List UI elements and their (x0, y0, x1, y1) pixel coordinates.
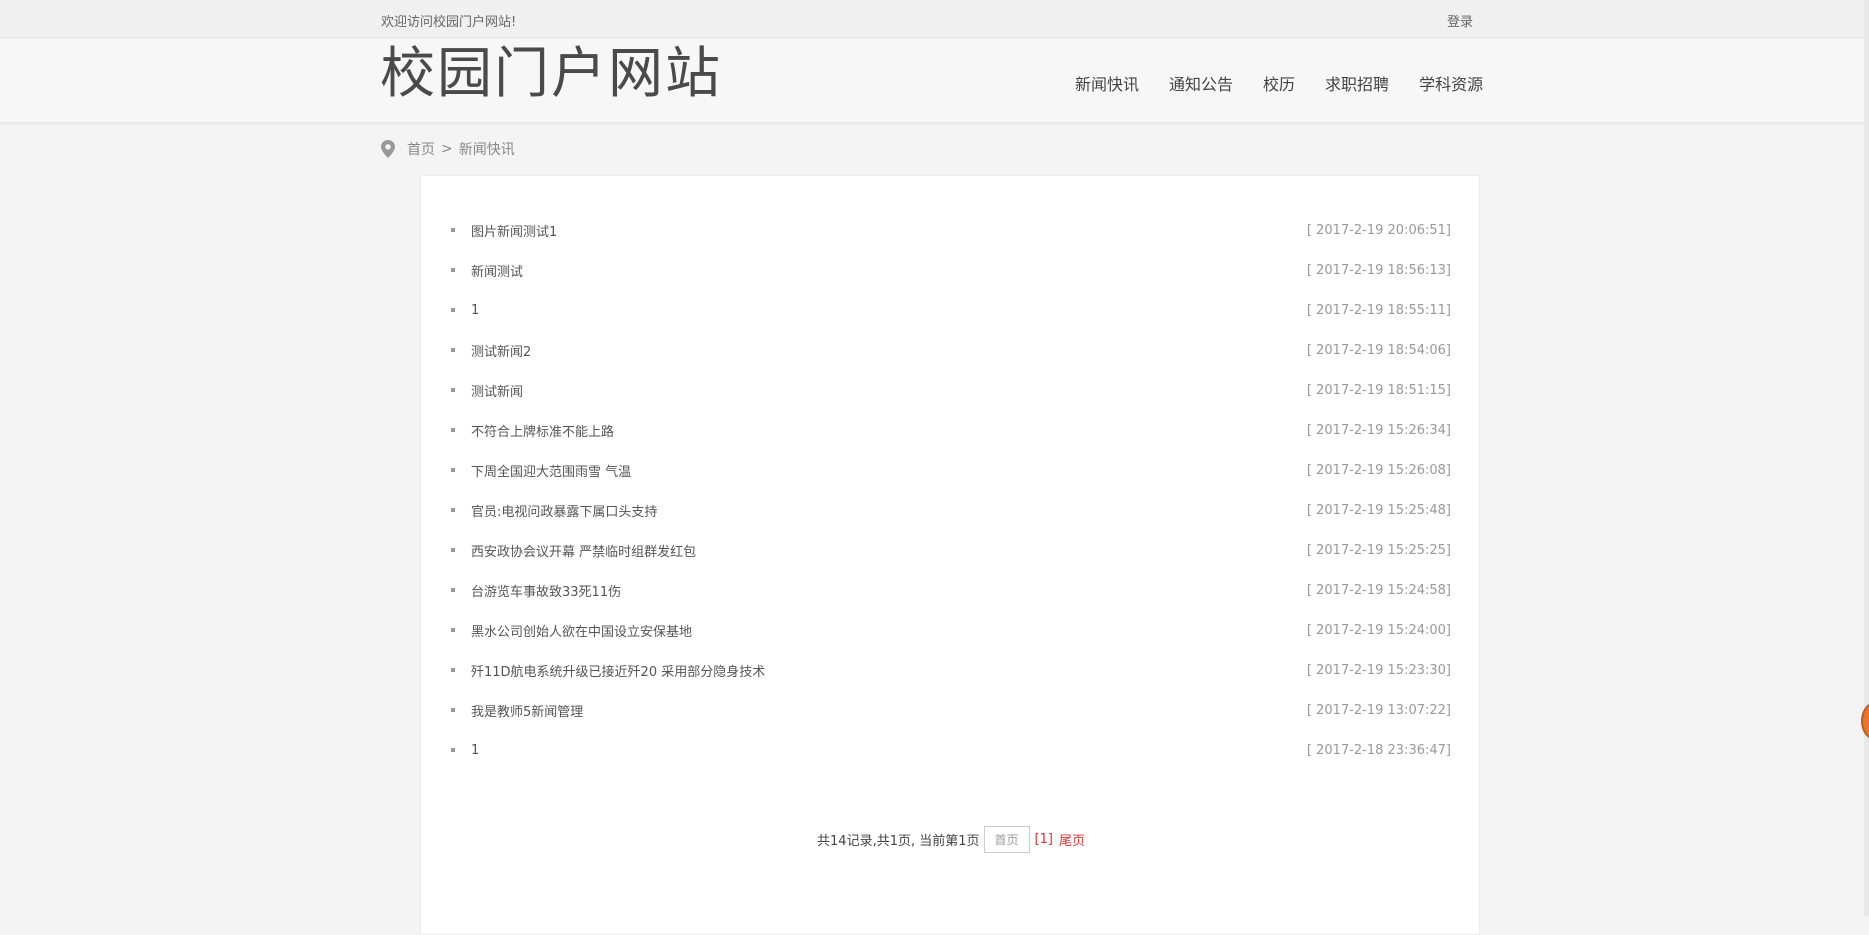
news-panel: 图片新闻测试1 [ 2017-2-19 20:06:51] 新闻测试 [ 2017-… (420, 175, 1480, 935)
news-date: [ 2017-2-19 15:26:34] (1306, 422, 1451, 438)
first-page-button[interactable]: 首页 (983, 826, 1030, 853)
bullet-icon (451, 428, 455, 432)
news-title[interactable]: 官员:电视问政暴露下属口头支持 (471, 501, 657, 520)
news-title[interactable]: 测试新闻2 (471, 341, 531, 360)
bullet-icon (451, 268, 455, 272)
news-item: 西安政协会议开幕 严禁临时组群发红包 [ 2017-2-19 15:25:25] (451, 530, 1451, 570)
page-scrollbar[interactable] (1864, 0, 1869, 916)
news-item: 图片新闻测试1 [ 2017-2-19 20:06:51] (451, 210, 1451, 250)
bullet-icon (451, 548, 455, 552)
news-date: [ 2017-2-19 15:25:25] (1306, 542, 1451, 558)
breadcrumb-home[interactable]: 首页 (407, 139, 435, 159)
pagination: 共14记录,共1页, 当前第1页 首页 [1] 尾页 (421, 826, 1481, 853)
nav-jobs[interactable]: 求职招聘 (1325, 71, 1389, 95)
news-title[interactable]: 测试新闻 (471, 381, 523, 400)
news-item: 官员:电视问政暴露下属口头支持 [ 2017-2-19 15:25:48] (451, 490, 1451, 530)
news-title[interactable]: 1 (471, 303, 479, 318)
top-bar: 欢迎访问校园门户网站! 登录 (0, 0, 1864, 38)
news-title[interactable]: 新闻测试 (471, 261, 523, 280)
site-header: 校园门户网站 新闻快讯 通知公告 校历 求职招聘 学科资源 (0, 39, 1864, 123)
nav-resources[interactable]: 学科资源 (1419, 71, 1483, 95)
news-date: [ 2017-2-19 15:24:58] (1306, 582, 1451, 598)
news-item: 台游览车事故致33死11伤 [ 2017-2-19 15:24:58] (451, 570, 1451, 610)
news-item: 1 [ 2017-2-18 23:36:47] (451, 730, 1451, 770)
main-nav: 新闻快讯 通知公告 校历 求职招聘 学科资源 (1075, 71, 1483, 95)
news-title[interactable]: 图片新闻测试1 (471, 221, 557, 240)
bullet-icon (451, 628, 455, 632)
map-pin-icon (381, 140, 395, 158)
news-item: 测试新闻2 [ 2017-2-19 18:54:06] (451, 330, 1451, 370)
news-date: [ 2017-2-19 15:26:08] (1306, 462, 1451, 478)
news-title[interactable]: 歼11D航电系统升级已接近歼20 采用部分隐身技术 (471, 661, 765, 680)
news-date: [ 2017-2-19 18:56:13] (1306, 262, 1451, 278)
news-title[interactable]: 黑水公司创始人欲在中国设立安保基地 (471, 621, 692, 640)
news-item: 新闻测试 [ 2017-2-19 18:56:13] (451, 250, 1451, 290)
bullet-icon (451, 228, 455, 232)
news-date: [ 2017-2-19 15:23:30] (1306, 662, 1451, 678)
bullet-icon (451, 468, 455, 472)
login-link[interactable]: 登录 (1447, 11, 1473, 30)
news-item: 下周全国迎大范围雨雪 气温 [ 2017-2-19 15:26:08] (451, 450, 1451, 490)
news-title[interactable]: 西安政协会议开幕 严禁临时组群发红包 (471, 541, 696, 560)
breadcrumb-separator: > (441, 141, 453, 157)
bullet-icon (451, 588, 455, 592)
news-list: 图片新闻测试1 [ 2017-2-19 20:06:51] 新闻测试 [ 2017-… (451, 210, 1451, 770)
news-date: [ 2017-2-18 23:36:47] (1306, 742, 1451, 758)
news-date: [ 2017-2-19 18:51:15] (1306, 382, 1451, 398)
current-page[interactable]: [1] (1035, 832, 1053, 847)
news-item: 1 [ 2017-2-19 18:55:11] (451, 290, 1451, 330)
news-item: 我是教师5新闻管理 [ 2017-2-19 13:07:22] (451, 690, 1451, 730)
news-item: 测试新闻 [ 2017-2-19 18:51:15] (451, 370, 1451, 410)
news-date: [ 2017-2-19 18:54:06] (1306, 342, 1451, 358)
breadcrumb-current: 新闻快讯 (458, 142, 515, 158)
site-logo[interactable]: 校园门户网站 (380, 39, 722, 108)
last-page-link[interactable]: 尾页 (1059, 830, 1085, 849)
bullet-icon (451, 748, 455, 752)
news-date: [ 2017-2-19 13:07:22] (1306, 702, 1451, 718)
bullet-icon (451, 668, 455, 672)
news-date: [ 2017-2-19 20:06:51] (1306, 222, 1451, 238)
news-item: 歼11D航电系统升级已接近歼20 采用部分隐身技术 [ 2017-2-19 15:… (451, 650, 1451, 690)
news-title[interactable]: 下周全国迎大范围雨雪 气温 (471, 461, 631, 480)
news-item: 黑水公司创始人欲在中国设立安保基地 [ 2017-2-19 15:24:00] (451, 610, 1451, 650)
news-item: 不符合上牌标准不能上路 [ 2017-2-19 15:26:34] (451, 410, 1451, 450)
news-title[interactable]: 我是教师5新闻管理 (471, 701, 583, 720)
news-date: [ 2017-2-19 15:25:48] (1306, 502, 1451, 518)
bullet-icon (451, 388, 455, 392)
bullet-icon (451, 508, 455, 512)
news-title[interactable]: 台游览车事故致33死11伤 (471, 581, 621, 600)
news-date: [ 2017-2-19 18:55:11] (1306, 302, 1451, 318)
nav-notices[interactable]: 通知公告 (1169, 71, 1233, 95)
breadcrumb: 首页 > 新闻快讯 (381, 139, 515, 159)
nav-news[interactable]: 新闻快讯 (1075, 71, 1139, 95)
news-title[interactable]: 1 (471, 743, 479, 758)
bullet-icon (451, 708, 455, 712)
pagination-summary: 共14记录,共1页, 当前第1页 (817, 834, 980, 849)
nav-calendar[interactable]: 校历 (1263, 71, 1295, 95)
news-title[interactable]: 不符合上牌标准不能上路 (471, 421, 614, 440)
welcome-text: 欢迎访问校园门户网站! (381, 15, 517, 30)
bullet-icon (451, 308, 455, 312)
bullet-icon (451, 348, 455, 352)
floating-widget-icon[interactable] (1861, 702, 1869, 740)
news-date: [ 2017-2-19 15:24:00] (1306, 622, 1451, 638)
